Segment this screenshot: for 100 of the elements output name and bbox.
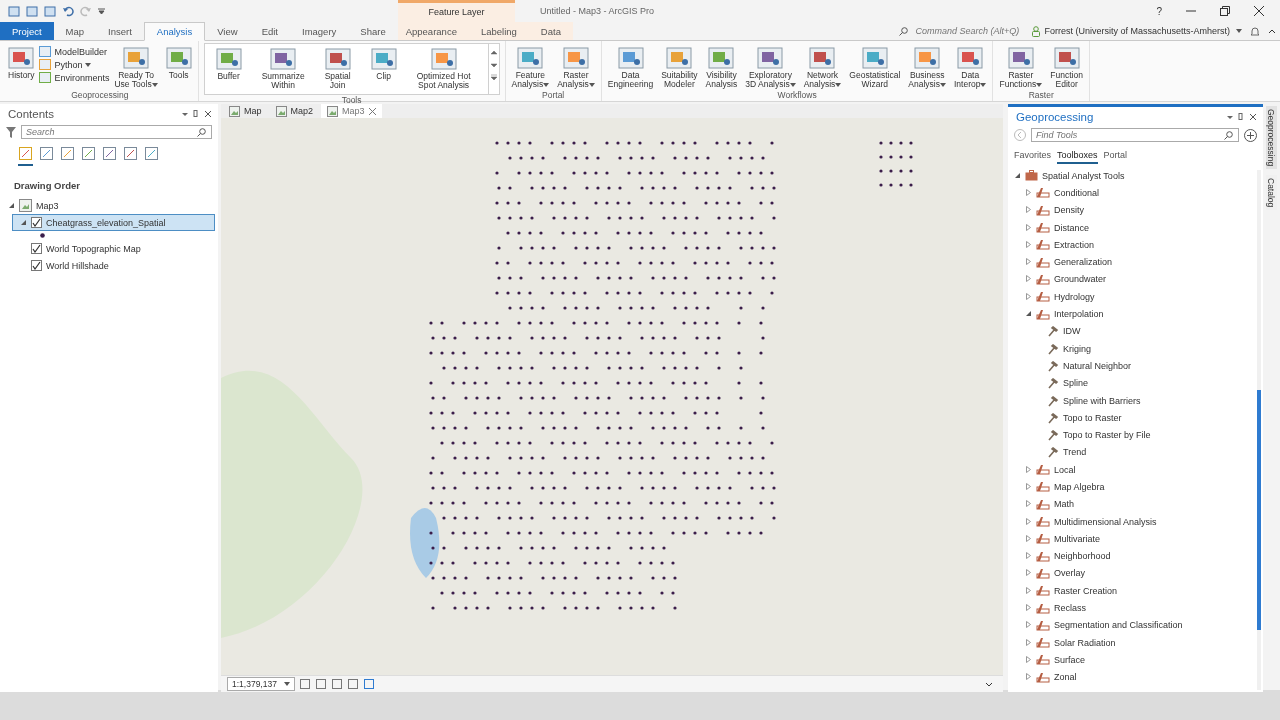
layer-name[interactable]: World Hillshade	[46, 260, 109, 271]
collapse-arrow-icon[interactable]	[8, 201, 15, 209]
find-tools-field[interactable]: Find Tools	[1031, 128, 1239, 142]
expand-arrow-icon[interactable]	[1025, 483, 1032, 490]
toolset-item[interactable]: Neighborhood	[1054, 551, 1111, 562]
toolset-item[interactable]: Reclass	[1054, 603, 1086, 614]
ribbon-tool-button[interactable]: Network Analysis	[800, 43, 845, 89]
chevron-down-icon[interactable]	[985, 681, 993, 687]
collapse-arrow-icon[interactable]	[20, 218, 27, 226]
expand-arrow-icon[interactable]	[1025, 240, 1032, 248]
tool-item[interactable]: Topo to Raster	[1063, 412, 1122, 423]
toolset-item[interactable]: Math	[1054, 499, 1074, 510]
expand-arrow-icon[interactable]	[1025, 621, 1032, 629]
ribbon-tool-button[interactable]: Data Interop	[951, 43, 990, 89]
add-icon[interactable]	[1244, 128, 1257, 142]
ribbon-tool-button[interactable]: Suitability Modeler	[658, 43, 701, 89]
ribbon-tool-button[interactable]: Function Editor	[1047, 43, 1086, 89]
ribbon-tool-button[interactable]: Raster Analysis	[554, 43, 598, 89]
tool-item[interactable]: IDW	[1063, 326, 1081, 337]
restore-icon[interactable]	[1220, 6, 1230, 16]
view-icon[interactable]	[60, 146, 75, 161]
layer-name[interactable]: Cheatgrass_elevation_Spatial	[46, 217, 166, 228]
ribbon-tool-button[interactable]: Spatial Join	[321, 44, 354, 90]
search-field[interactable]: Search	[21, 125, 212, 139]
toolset-item[interactable]: Density	[1054, 205, 1084, 216]
toolset-item[interactable]: Zonal	[1054, 672, 1077, 683]
map-status-icon[interactable]	[348, 678, 359, 690]
pane-options-icon[interactable]	[182, 110, 212, 118]
expand-arrow-icon[interactable]	[1025, 223, 1032, 231]
expand-arrow-icon[interactable]	[1025, 517, 1032, 525]
ribbon-tool-button[interactable]: Ready To Use Tools	[111, 43, 161, 89]
view-icon[interactable]	[144, 146, 159, 161]
scale-field[interactable]: 1:1,379,137	[227, 677, 295, 691]
map-item[interactable]: Map3	[36, 200, 59, 211]
ribbon-tool-button[interactable]: Raster Functions	[996, 43, 1046, 89]
ribbon-tool-button[interactable]: Visibility Analysis	[702, 43, 741, 89]
ribbon-tab[interactable]: View	[205, 22, 250, 40]
toolset-item[interactable]: Multidimensional Analysis	[1054, 516, 1157, 527]
ribbon-tool-button[interactable]: Geostatistical Wizard	[846, 43, 904, 89]
ribbon-tool-button[interactable]: Business Analysis	[905, 43, 949, 89]
back-icon[interactable]	[1014, 129, 1026, 141]
expand-arrow-icon[interactable]	[1025, 188, 1032, 196]
command-search-field[interactable]: Command Search (Alt+Q)	[895, 22, 1029, 40]
expand-arrow-icon[interactable]	[1025, 673, 1032, 681]
map-tab[interactable]: Map	[223, 104, 268, 118]
ribbon-tool-button[interactable]: Optimized Hot Spot Analysis	[413, 44, 474, 90]
ribbon-tab[interactable]: Share	[348, 22, 398, 40]
toolbox-item[interactable]: Spatial Analyst Tools	[1042, 170, 1125, 181]
ribbon-tab[interactable]: Appearance	[397, 22, 469, 40]
ribbon-tool-button[interactable]: Summarize Within	[258, 44, 308, 90]
selected-layer-row[interactable]: Cheatgrass_elevation_Spatial	[12, 214, 215, 231]
filter-icon[interactable]	[6, 126, 16, 138]
tool-item[interactable]: Topo to Raster by File	[1063, 430, 1151, 441]
map-status-icon[interactable]	[300, 678, 311, 690]
ribbon-tab[interactable]: Labeling	[468, 22, 529, 40]
expand-arrow-icon[interactable]	[1025, 465, 1032, 473]
pane-tab[interactable]: Portal	[1103, 150, 1128, 164]
expand-arrow-icon[interactable]	[1025, 638, 1032, 646]
expand-arrow-icon[interactable]	[1025, 552, 1032, 560]
toolset-item[interactable]: Interpolation	[1054, 309, 1104, 319]
undo-icon[interactable]	[62, 5, 74, 17]
ribbon-tool-button[interactable]: Feature Analysis	[508, 43, 553, 89]
quick-access-icon[interactable]	[44, 5, 56, 17]
scrollbar[interactable]	[1257, 170, 1261, 690]
layer-checkbox[interactable]	[31, 217, 42, 228]
help-button[interactable]: ?	[1156, 5, 1162, 17]
map-tab[interactable]: Map3	[321, 104, 382, 118]
quick-access-icon[interactable]	[8, 5, 20, 17]
toolset-item[interactable]: Solar Radiation	[1054, 637, 1116, 648]
view-icon[interactable]	[102, 146, 117, 161]
pane-tab[interactable]: Toolboxes	[1057, 150, 1098, 164]
toolset-item[interactable]: Local	[1054, 464, 1076, 475]
expand-arrow-icon[interactable]	[1025, 655, 1032, 663]
customize-caret-icon[interactable]	[98, 8, 105, 14]
map-status-icon[interactable]	[364, 678, 375, 690]
pane-options-icon[interactable]	[1227, 113, 1257, 121]
toolset-item[interactable]: Extraction	[1054, 239, 1095, 250]
ribbon-tool-button[interactable]: Exploratory 3D Analysis	[742, 43, 799, 89]
expand-arrow-icon[interactable]	[1025, 569, 1032, 577]
collapse-ribbon-icon[interactable]	[1268, 28, 1276, 34]
map-status-icon[interactable]	[316, 678, 327, 690]
ribbon-tool-button[interactable]: History	[5, 43, 38, 80]
expand-arrow-icon[interactable]	[1025, 534, 1032, 542]
toolset-item[interactable]: Conditional	[1054, 187, 1100, 198]
toolset-item[interactable]: Raster Creation	[1054, 585, 1118, 596]
view-icon[interactable]	[39, 146, 54, 161]
view-icon[interactable]	[123, 146, 138, 161]
ribbon-tool-button[interactable]: Clip	[367, 44, 400, 81]
layer-checkbox[interactable]	[31, 260, 42, 271]
toolset-item[interactable]: Map Algebra	[1054, 482, 1105, 492]
tool-item[interactable]: Spline with Barriers	[1063, 395, 1141, 406]
side-tab[interactable]: Geoprocessing	[1266, 106, 1277, 170]
ribbon-tab[interactable]: Edit	[249, 22, 290, 40]
layer-name[interactable]: World Topographic Map	[46, 243, 141, 254]
ribbon-tab[interactable]: Insert	[96, 22, 144, 40]
ribbon-tool-button[interactable]: Buffer	[212, 44, 245, 81]
ribbon-tab[interactable]: Map	[53, 22, 97, 40]
ribbon-tab[interactable]: Analysis	[143, 22, 206, 41]
toolset-item[interactable]: Overlay	[1054, 568, 1085, 579]
user-menu[interactable]: Forrest (University of Massachusetts-Amherst)	[1044, 26, 1230, 36]
